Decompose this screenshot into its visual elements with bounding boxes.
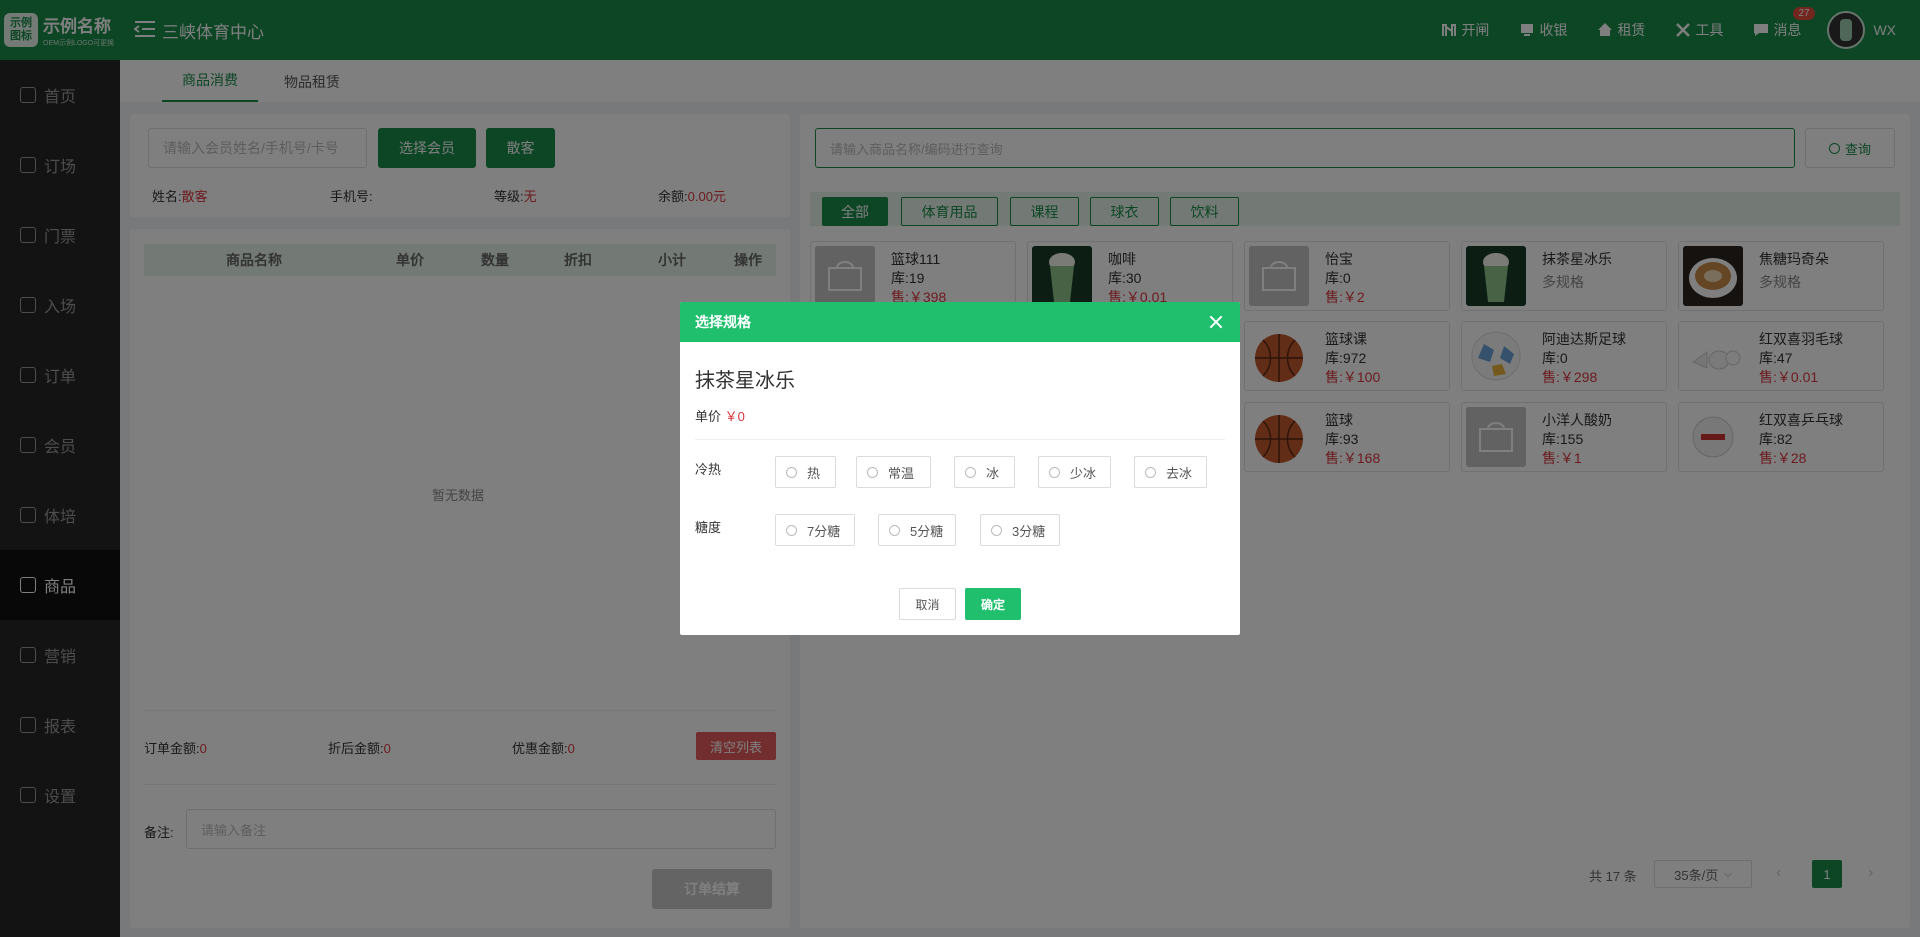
close-icon[interactable] — [1208, 314, 1224, 330]
temp-option-hot[interactable]: 热 — [775, 456, 836, 488]
radio-icon — [786, 524, 797, 536]
dialog-header: 选择规格 — [680, 302, 1240, 342]
option-label: 少冰 — [1070, 465, 1097, 481]
radio-icon — [867, 466, 878, 478]
option-label: 冰 — [986, 465, 1000, 481]
confirm-button[interactable]: 确定 — [965, 588, 1021, 620]
radio-icon — [889, 524, 900, 536]
dialog-title: 选择规格 — [695, 314, 751, 330]
spec-dialog: 选择规格 抹茶星冰乐 单价 ￥0 冷热 热 常温 冰 少冰 去冰 糖度 7分糖 … — [680, 302, 1240, 635]
radio-icon — [1049, 466, 1060, 478]
cancel-button[interactable]: 取消 — [899, 588, 956, 620]
option-label: 热 — [807, 465, 821, 481]
sugar-option-5[interactable]: 5分糖 — [878, 514, 956, 546]
divider — [695, 439, 1225, 440]
sugar-label: 糖度 — [695, 520, 722, 535]
temp-option-less-ice[interactable]: 少冰 — [1038, 456, 1111, 488]
option-label: 5分糖 — [910, 523, 944, 539]
sugar-option-7[interactable]: 7分糖 — [775, 514, 855, 546]
sugar-option-3[interactable]: 3分糖 — [980, 514, 1060, 546]
price-value: ￥0 — [724, 409, 745, 424]
radio-icon — [965, 466, 976, 478]
radio-icon — [1145, 466, 1156, 478]
radio-icon — [991, 524, 1002, 536]
option-label: 7分糖 — [807, 523, 841, 539]
option-label: 去冰 — [1166, 465, 1193, 481]
option-label: 常温 — [888, 465, 915, 481]
temp-option-room[interactable]: 常温 — [856, 456, 931, 488]
dialog-product-name: 抹茶星冰乐 — [695, 370, 795, 392]
option-label: 3分糖 — [1012, 523, 1046, 539]
temp-option-no-ice[interactable]: 去冰 — [1134, 456, 1207, 488]
temp-option-ice[interactable]: 冰 — [954, 456, 1015, 488]
radio-icon — [786, 466, 797, 478]
price-label: 单价 — [695, 409, 722, 424]
temp-label: 冷热 — [695, 462, 722, 477]
dialog-price: 单价 ￥0 — [695, 406, 745, 425]
